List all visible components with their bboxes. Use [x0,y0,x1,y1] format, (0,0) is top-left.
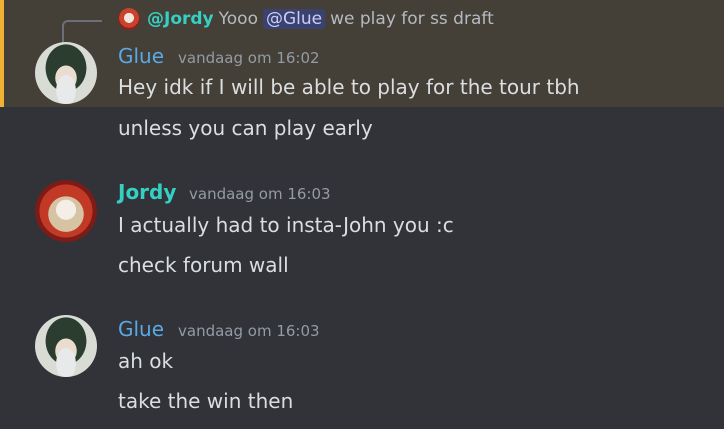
message-author[interactable]: Glue [118,44,164,68]
message-author[interactable]: Jordy [118,180,176,204]
message-text: Hey idk if I will be able to play for th… [118,75,580,99]
message-text: take the win then [118,389,294,413]
reply-text-after: we play for ss draft [330,9,494,29]
message-timestamp: vandaag om 16:02 [178,49,320,67]
reply-text-before: Yooo [218,9,258,29]
message-timestamp: vandaag om 16:03 [189,185,331,203]
reply-preview[interactable]: @Jordy Yooo @Glue we play for ss draft [118,7,494,31]
avatar[interactable] [35,180,97,242]
message-author[interactable]: Glue [118,317,164,341]
message-text: check forum wall [118,253,289,277]
avatar[interactable] [35,42,97,104]
message-text: unless you can play early [118,116,373,140]
mention-highlight-bar [0,0,4,107]
message-text: ah ok [118,349,174,373]
reply-author-avatar [118,8,140,30]
message-timestamp: vandaag om 16:03 [178,322,320,340]
message-text: I actually had to insta-John you :c [118,213,454,237]
avatar[interactable] [35,315,97,377]
reply-author[interactable]: @Jordy [147,9,214,29]
reply-mention[interactable]: @Glue [262,9,326,29]
